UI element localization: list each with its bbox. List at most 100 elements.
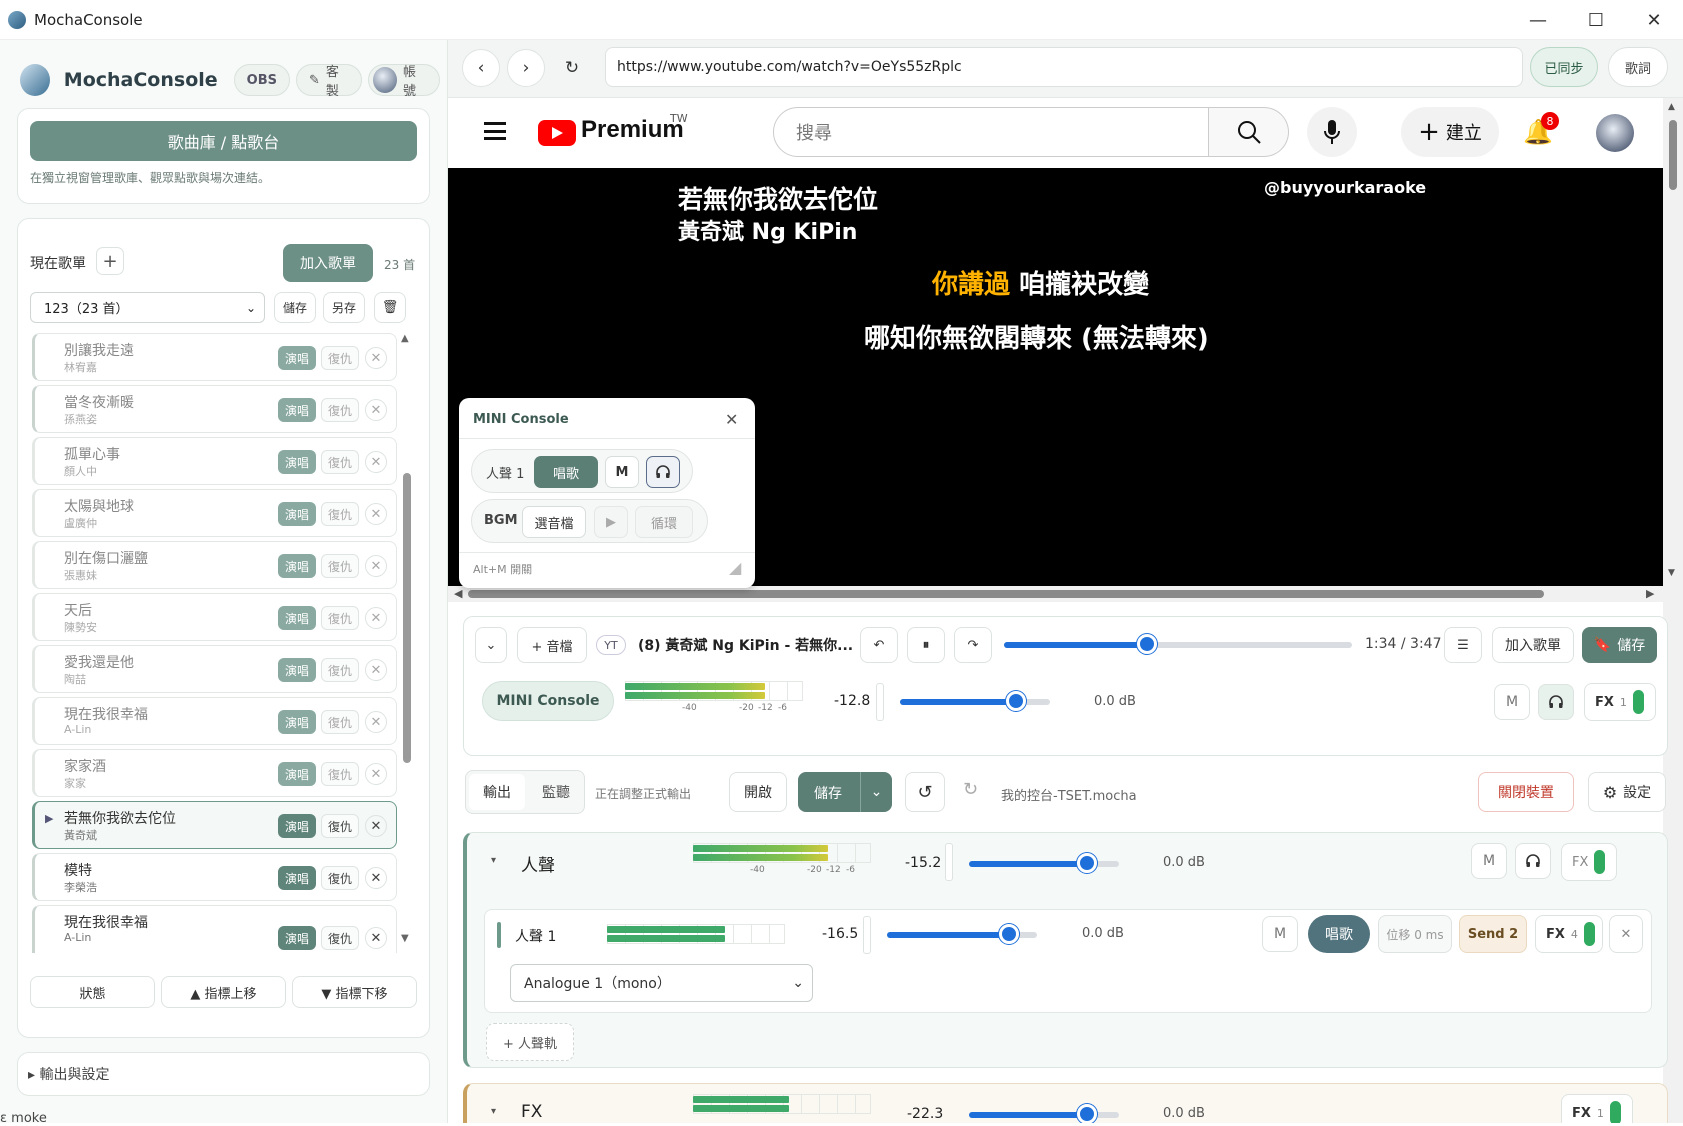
list-item[interactable]: 別在傷口灑鹽 張惠妹 演唱 復仇 ✕ [32, 541, 397, 589]
remove-icon[interactable]: ✕ [365, 451, 387, 473]
undo-icon[interactable]: ↺ [905, 772, 945, 812]
seek-knob[interactable] [1136, 634, 1157, 654]
vocal-mute-button[interactable]: M [1471, 843, 1507, 879]
scroll-left-icon[interactable]: ◀ [454, 587, 462, 600]
mini-mute-button[interactable]: M [605, 456, 639, 488]
redo-icon[interactable]: ↻ [963, 779, 978, 800]
create-button[interactable]: + 建立 [1401, 107, 1499, 157]
gain-knob[interactable] [1006, 691, 1026, 711]
sing-button[interactable]: 演唱 [278, 762, 316, 786]
play-icon[interactable]: ▶ [594, 506, 628, 538]
remove-icon[interactable]: ✕ [365, 867, 387, 889]
pause-icon[interactable]: ⏸ [907, 627, 945, 663]
search-icon[interactable] [1209, 107, 1289, 157]
pointer-up-button[interactable]: ▲ 指標上移 [161, 976, 286, 1008]
reset-button[interactable]: 復仇 [321, 710, 359, 734]
collapse-section-icon[interactable]: ▾ [491, 855, 496, 866]
save-as-button[interactable]: 另存 [323, 292, 365, 323]
reset-button[interactable]: 復仇 [321, 450, 359, 474]
url-bar[interactable]: https://www.youtube.com/watch?v=OeYs55zR… [605, 47, 1523, 87]
tune-icon[interactable]: ☰ [1444, 627, 1482, 663]
list-item[interactable]: 現在我很幸福 A-Lin 演唱 復仇 ✕ [32, 905, 397, 953]
h-scroll-thumb[interactable] [468, 590, 1544, 598]
save-dropdown-icon[interactable]: ⌄ [860, 772, 892, 812]
open-config-button[interactable]: 開啟 [729, 772, 787, 812]
reset-button[interactable]: 復仇 [321, 346, 359, 370]
forward-icon[interactable]: › [507, 49, 545, 87]
send-button[interactable]: Send 2 [1459, 915, 1527, 953]
remove-icon[interactable]: ✕ [365, 763, 387, 785]
remove-icon[interactable]: ✕ [365, 711, 387, 733]
horizontal-scrollbar[interactable]: ◀ ▶ [448, 586, 1663, 602]
vocal-fx-button[interactable]: FX [1561, 843, 1617, 881]
headphones-icon[interactable] [646, 456, 680, 488]
channel-sing-button[interactable]: 唱歌 [1308, 915, 1370, 953]
tab-monitor[interactable]: 監聽 [528, 774, 584, 810]
remove-icon[interactable]: ✕ [365, 503, 387, 525]
scroll-down-icon[interactable]: ▼ [401, 933, 409, 944]
scroll-up-icon[interactable]: ▲ [401, 333, 409, 344]
reset-button[interactable]: 復仇 [321, 814, 359, 838]
reset-button[interactable]: 復仇 [321, 762, 359, 786]
remove-icon[interactable]: ✕ [365, 815, 387, 837]
list-item[interactable]: 愛我還是他 陶喆 演唱 復仇 ✕ [32, 645, 397, 693]
vocal-headphones-icon[interactable] [1515, 843, 1551, 879]
fx-gain-slider[interactable] [969, 1104, 1119, 1123]
pointer-down-button[interactable]: ▼ 指標下移 [292, 976, 417, 1008]
remove-icon[interactable]: ✕ [365, 347, 387, 369]
close-window-button[interactable]: ✕ [1625, 0, 1683, 40]
player-headphones-icon[interactable] [1538, 684, 1574, 720]
lyrics-button[interactable]: 歌詞 [1608, 47, 1668, 87]
add-to-list-button[interactable]: 加入歌單 [1492, 627, 1574, 663]
vocal-gain-slider[interactable] [969, 853, 1119, 873]
microphone-icon[interactable] [1307, 107, 1357, 157]
maximize-button[interactable]: ☐ [1567, 0, 1625, 40]
v-scroll-thumb[interactable] [1669, 120, 1677, 190]
list-item[interactable]: 家家酒 家家 演唱 復仇 ✕ [32, 749, 397, 797]
channel-fx-button[interactable]: FX 4 [1535, 915, 1603, 953]
list-item[interactable]: 太陽與地球 盧廣仲 演唱 復仇 ✕ [32, 489, 397, 537]
remove-icon[interactable]: ✕ [365, 607, 387, 629]
list-item-current[interactable]: ▶ 若無你我欲去佗位 黃奇斌 演唱 復仇 ✕ [32, 801, 397, 849]
list-item[interactable]: 現在我很幸福 A-Lin 演唱 復仇 ✕ [32, 697, 397, 745]
collapse-icon[interactable]: ⌄ [475, 627, 507, 663]
youtube-logo-icon[interactable] [538, 120, 576, 146]
obs-button[interactable]: OBS [233, 64, 290, 96]
account-button[interactable]: 帳號 [367, 64, 440, 99]
status-button[interactable]: 狀態 [30, 976, 155, 1008]
youtube-avatar[interactable] [1596, 114, 1634, 152]
tab-output[interactable]: 輸出 [469, 774, 525, 810]
save-config-button[interactable]: 儲存 ⌄ [798, 772, 892, 812]
v-scroll-down-icon[interactable]: ▼ [1668, 568, 1675, 578]
save-playlist-button[interactable]: 儲存 [274, 292, 316, 323]
scroll-right-icon[interactable]: ▶ [1646, 587, 1654, 600]
list-item[interactable]: 天后 陳勢安 演唱 復仇 ✕ [32, 593, 397, 641]
player-save-button[interactable]: 🔖 儲存 [1582, 627, 1657, 663]
sing-button[interactable]: 演唱 [278, 710, 316, 734]
remove-icon[interactable]: ✕ [365, 399, 387, 421]
sing-button[interactable]: 演唱 [278, 814, 316, 838]
add-playlist-icon[interactable]: + [96, 247, 124, 275]
reset-button[interactable]: 復仇 [321, 502, 359, 526]
sing-button[interactable]: 演唱 [278, 926, 316, 950]
menu-icon[interactable] [484, 122, 506, 140]
rewind-icon[interactable]: ↶ [860, 627, 898, 663]
sing-button[interactable]: 演唱 [278, 658, 316, 682]
loop-button[interactable]: 循環 [635, 506, 693, 538]
delete-icon[interactable]: 🗑 [374, 292, 406, 323]
v-scroll-up-icon[interactable]: ▲ [1668, 102, 1675, 112]
remove-icon[interactable]: ✕ [365, 659, 387, 681]
channel-gain-slider[interactable] [887, 924, 1037, 944]
offset-button[interactable]: 位移 0 ms [1378, 915, 1452, 953]
youtube-search-input[interactable]: 搜尋 [773, 107, 1209, 157]
reload-icon[interactable]: ↻ [553, 49, 591, 87]
fx-section-fx-button[interactable]: FX 1 [1561, 1094, 1633, 1123]
reset-button[interactable]: 復仇 [321, 398, 359, 422]
player-mute-button[interactable]: M [1494, 684, 1530, 720]
remove-icon[interactable]: ✕ [365, 555, 387, 577]
seek-slider[interactable] [1004, 634, 1352, 654]
settings-button[interactable]: ⚙ 設定 [1588, 772, 1666, 812]
add-audio-button[interactable]: + 音檔 [517, 627, 587, 663]
sing-button[interactable]: 演唱 [278, 554, 316, 578]
sing-button[interactable]: 演唱 [278, 606, 316, 630]
